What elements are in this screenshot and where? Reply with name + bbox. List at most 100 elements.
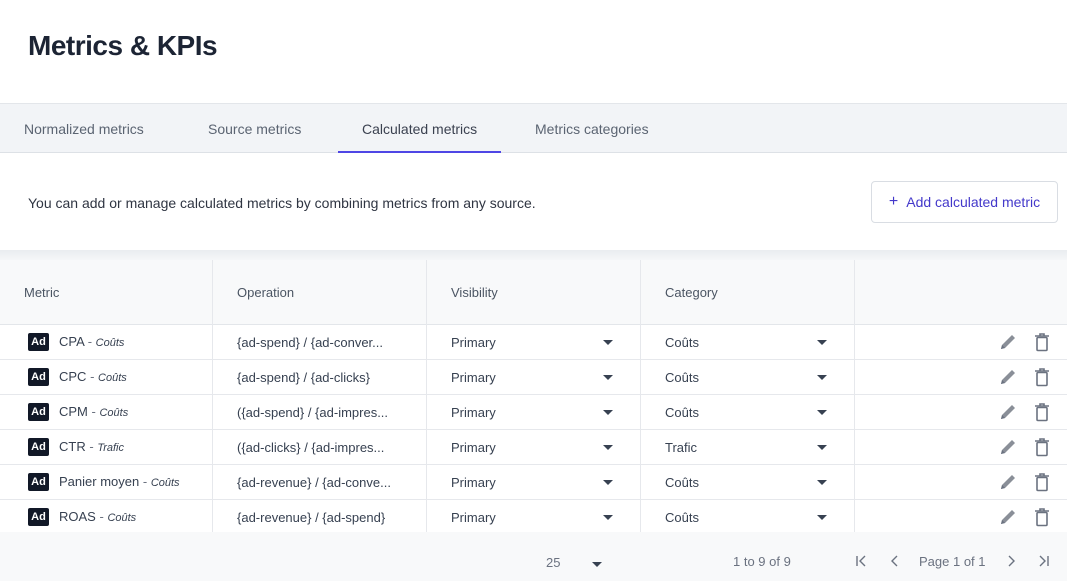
header-visibility[interactable]: Visibility — [427, 260, 641, 325]
table-row[interactable]: Ad Panier moyen - Coûts {ad-revenue} / {ad… — [0, 465, 1067, 500]
pencil-icon[interactable] — [997, 471, 1019, 493]
metric-cell: Ad ROAS - Coûts — [0, 500, 213, 534]
tab-metrics-categories[interactable]: Metrics categories — [511, 104, 673, 153]
chevron-down-icon[interactable] — [592, 562, 602, 567]
metric-category-tag: Coûts — [95, 336, 125, 349]
row-actions — [997, 436, 1053, 458]
ad-source-icon: Ad — [28, 403, 49, 421]
chevron-down-icon[interactable] — [603, 410, 613, 415]
ad-source-icon: Ad — [28, 508, 49, 526]
visibility-select[interactable]: Primary — [427, 465, 641, 499]
add-calculated-metric-button[interactable]: + Add calculated metric — [871, 181, 1058, 223]
pencil-icon[interactable] — [997, 366, 1019, 388]
chevron-down-icon[interactable] — [603, 515, 613, 520]
metric-separator: - — [87, 333, 93, 349]
category-value: Coûts — [665, 475, 699, 490]
visibility-value: Primary — [451, 440, 496, 455]
table-row[interactable]: Ad ROAS - Coûts {ad-revenue} / {ad-spend} P… — [0, 500, 1067, 535]
metric-category-tag: Trafic — [97, 441, 124, 454]
trash-icon[interactable] — [1031, 436, 1053, 458]
metric-name: CPA — [59, 333, 85, 349]
category-select[interactable]: Coûts — [641, 395, 855, 429]
metric-label: CPM - Coûts — [59, 395, 128, 429]
pencil-icon[interactable] — [997, 401, 1019, 423]
first-page-icon[interactable] — [852, 552, 870, 570]
chevron-down-icon[interactable] — [603, 375, 613, 380]
row-actions — [997, 471, 1053, 493]
metric-name: ROAS — [59, 508, 96, 524]
trash-icon[interactable] — [1031, 506, 1053, 528]
metric-cell: Ad CPC - Coûts — [0, 360, 213, 394]
row-actions — [997, 331, 1053, 353]
operation-cell: {ad-spend} / {ad-conver... — [213, 325, 427, 359]
ad-source-icon: Ad — [28, 368, 49, 386]
category-value: Coûts — [665, 510, 699, 525]
next-page-icon[interactable] — [1002, 552, 1020, 570]
chevron-down-icon[interactable] — [817, 480, 827, 485]
header-metric[interactable]: Metric — [0, 260, 213, 325]
category-select[interactable]: Coûts — [641, 325, 855, 359]
metric-name: CPC — [59, 368, 87, 384]
previous-page-icon[interactable] — [886, 552, 904, 570]
actions-cell — [855, 465, 1067, 499]
visibility-select[interactable]: Primary — [427, 500, 641, 534]
pencil-icon[interactable] — [997, 436, 1019, 458]
actions-cell — [855, 430, 1067, 464]
category-value: Coûts — [665, 405, 699, 420]
category-select[interactable]: Coûts — [641, 500, 855, 534]
tab-normalized-metrics[interactable]: Normalized metrics — [0, 104, 168, 153]
operation-cell: {ad-revenue} / {ad-conve... — [213, 465, 427, 499]
metric-cell: Ad Panier moyen - Coûts — [0, 465, 213, 499]
trash-icon[interactable] — [1031, 401, 1053, 423]
chevron-down-icon[interactable] — [603, 445, 613, 450]
page-size-select[interactable]: 25 — [546, 555, 560, 570]
metric-separator: - — [99, 508, 104, 524]
plus-icon: + — [888, 193, 899, 210]
category-value: Coûts — [665, 335, 699, 350]
row-actions — [997, 401, 1053, 423]
metric-separator: - — [91, 403, 96, 419]
pencil-icon[interactable] — [997, 331, 1019, 353]
header-actions — [855, 260, 1067, 325]
section-divider — [0, 250, 1067, 260]
trash-icon[interactable] — [1031, 471, 1053, 493]
category-select[interactable]: Trafic — [641, 430, 855, 464]
operation-cell: {ad-spend} / {ad-clicks} — [213, 360, 427, 394]
tab-calculated-metrics[interactable]: Calculated metrics — [338, 104, 502, 153]
visibility-value: Primary — [451, 405, 496, 420]
category-select[interactable]: Coûts — [641, 360, 855, 394]
visibility-select[interactable]: Primary — [427, 395, 641, 429]
ad-source-icon: Ad — [28, 333, 49, 351]
visibility-select[interactable]: Primary — [427, 430, 641, 464]
table-row[interactable]: Ad CTR - Trafic ({ad-clicks} / {ad-impres.… — [0, 430, 1067, 465]
metric-name: CPM — [59, 403, 88, 419]
trash-icon[interactable] — [1031, 331, 1053, 353]
metrics-page: Metrics & KPIs Normalized metrics Source… — [0, 0, 1067, 581]
metric-label: Panier moyen - Coûts — [59, 465, 180, 499]
chevron-down-icon[interactable] — [817, 410, 827, 415]
chevron-down-icon[interactable] — [817, 375, 827, 380]
table-row[interactable]: Ad CPC - Coûts {ad-spend} / {ad-clicks} Pri… — [0, 360, 1067, 395]
ad-source-icon: Ad — [28, 438, 49, 456]
visibility-select[interactable]: Primary — [427, 325, 641, 359]
pencil-icon[interactable] — [997, 506, 1019, 528]
description-text: You can add or manage calculated metrics… — [28, 195, 536, 211]
chevron-down-icon[interactable] — [817, 515, 827, 520]
tab-source-metrics[interactable]: Source metrics — [184, 104, 325, 153]
metric-category-tag: Coûts — [107, 511, 137, 524]
chevron-down-icon[interactable] — [817, 340, 827, 345]
table-row[interactable]: Ad CPM - Coûts ({ad-spend} / {ad-impres...… — [0, 395, 1067, 430]
chevron-down-icon[interactable] — [603, 480, 613, 485]
last-page-icon[interactable] — [1035, 552, 1053, 570]
trash-icon[interactable] — [1031, 366, 1053, 388]
chevron-down-icon[interactable] — [603, 340, 613, 345]
table-row[interactable]: Ad CPA - Coûts {ad-spend} / {ad-conver... P… — [0, 325, 1067, 360]
category-select[interactable]: Coûts — [641, 465, 855, 499]
actions-cell — [855, 360, 1067, 394]
header-operation[interactable]: Operation — [213, 260, 427, 325]
chevron-down-icon[interactable] — [817, 445, 827, 450]
metric-cell: Ad CTR - Trafic — [0, 430, 213, 464]
visibility-select[interactable]: Primary — [427, 360, 641, 394]
header-category[interactable]: Category — [641, 260, 855, 325]
table-header: Metric Operation Visibility Category — [0, 260, 1067, 325]
